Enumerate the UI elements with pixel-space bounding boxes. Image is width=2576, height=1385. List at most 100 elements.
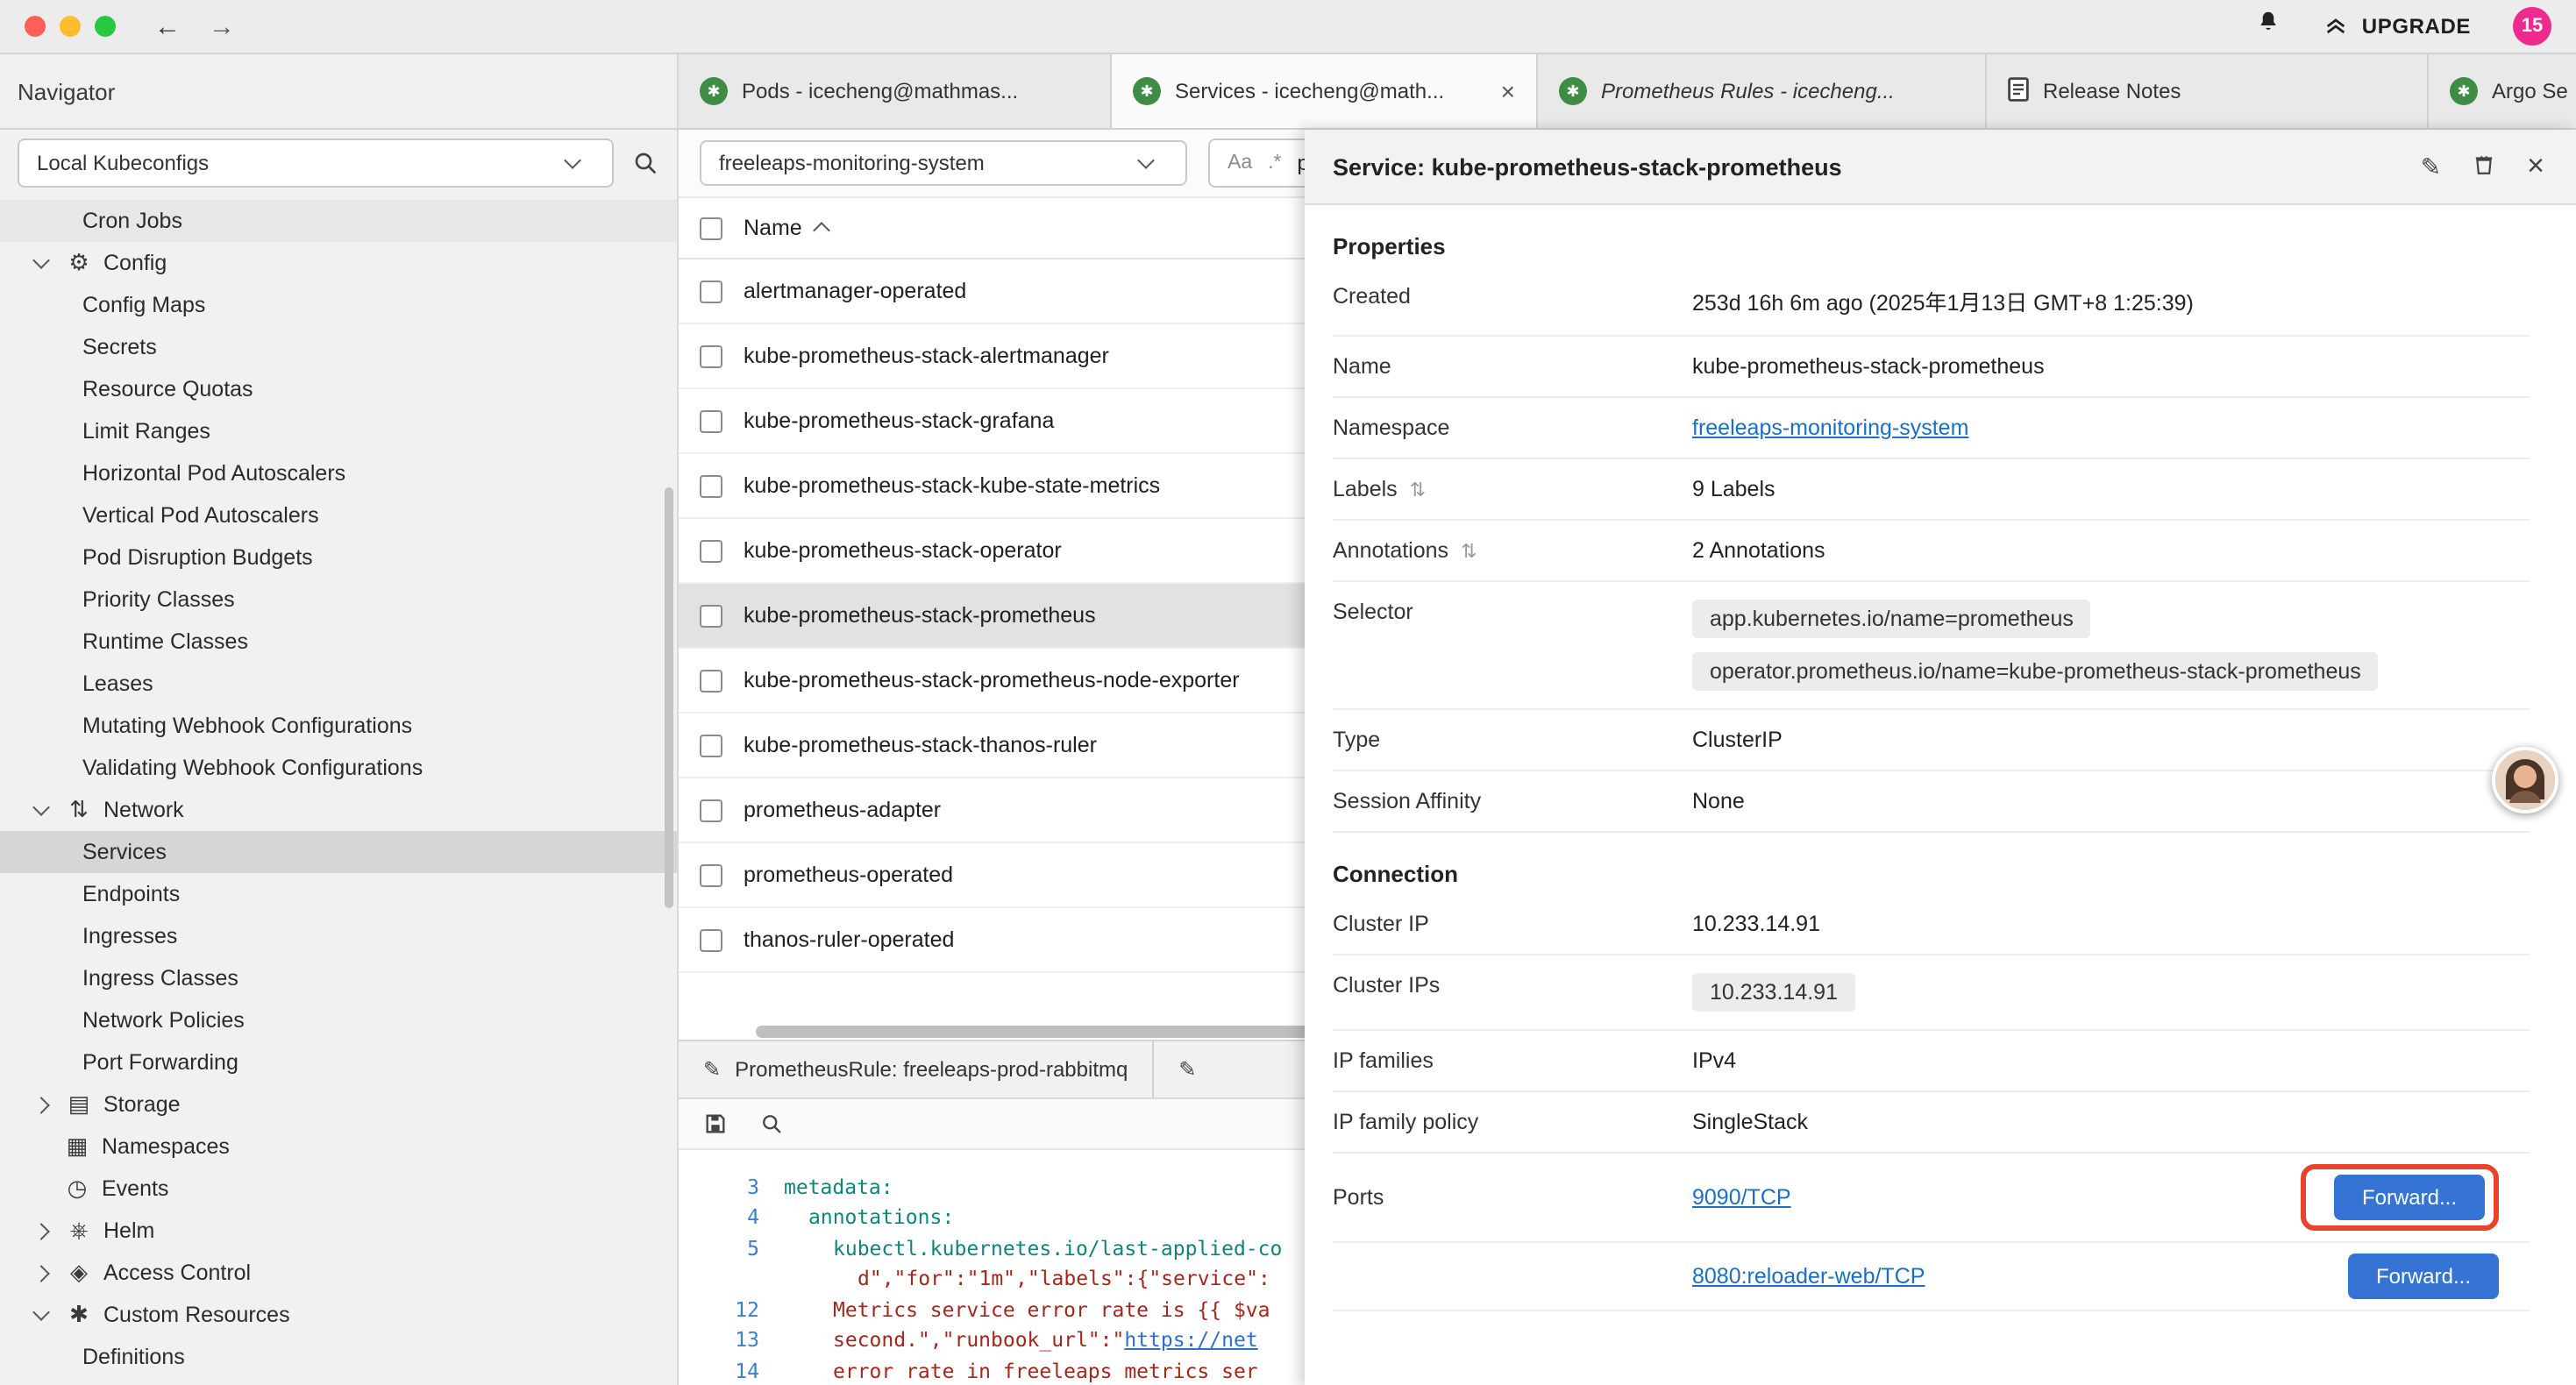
row-checkbox[interactable] bbox=[700, 474, 722, 497]
chevron-down-icon[interactable] bbox=[32, 252, 50, 269]
sidebar-item-label: Config Maps bbox=[82, 293, 205, 317]
port-link[interactable]: 8080:reloader-web/TCP bbox=[1692, 1264, 1925, 1289]
dock-tab-title: PrometheusRule: freeleaps-prod-rabbitmq bbox=[735, 1057, 1128, 1082]
forward-button[interactable]: → bbox=[209, 13, 235, 39]
row-checkbox[interactable] bbox=[700, 928, 722, 951]
upgrade-button[interactable]: UPGRADE bbox=[2323, 14, 2471, 39]
expand-toggle-icon[interactable]: ⇅ bbox=[1410, 478, 1426, 501]
match-case-toggle[interactable]: Aa bbox=[1228, 153, 1252, 174]
sidebar-item-label: Network bbox=[103, 798, 184, 822]
drawer-header: Service: kube-prometheus-stack-prometheu… bbox=[1305, 130, 2576, 205]
back-button[interactable]: ← bbox=[154, 13, 181, 39]
detail-value: None bbox=[1692, 789, 2530, 813]
sidebar-item-helm[interactable]: ⎈Helm bbox=[0, 1210, 677, 1252]
sidebar-item-ingress-classes[interactable]: Ingress Classes bbox=[0, 957, 677, 999]
search-icon[interactable] bbox=[759, 1112, 784, 1136]
name-column-header[interactable]: Name bbox=[744, 216, 829, 240]
sidebar-item-vertical-pod-autoscalers[interactable]: Vertical Pod Autoscalers bbox=[0, 494, 677, 536]
sidebar-item-custom-resources[interactable]: ✱Custom Resources bbox=[0, 1294, 677, 1336]
sidebar-item-priority-classes[interactable]: Priority Classes bbox=[0, 579, 677, 621]
row-checkbox[interactable] bbox=[700, 539, 722, 562]
sidebar-item-storage[interactable]: ▤Storage bbox=[0, 1083, 677, 1126]
namespace-link[interactable]: freeleaps-monitoring-system bbox=[1692, 416, 1968, 440]
sidebar-item-definitions[interactable]: Definitions bbox=[0, 1336, 677, 1378]
row-checkbox[interactable] bbox=[700, 799, 722, 821]
mac-close-button[interactable] bbox=[25, 16, 46, 37]
tab-prometheus-rules-icecheng[interactable]: ✱Prometheus Rules - icecheng... bbox=[1538, 54, 1987, 128]
search-icon[interactable] bbox=[631, 149, 659, 177]
sidebar-item-config-maps[interactable]: Config Maps bbox=[0, 284, 677, 326]
row-checkbox[interactable] bbox=[700, 280, 722, 302]
regex-toggle[interactable]: .* bbox=[1268, 153, 1281, 174]
sidebar-item-label: Port Forwarding bbox=[82, 1050, 238, 1075]
avatar-image bbox=[2495, 750, 2555, 810]
kubernetes-icon: ✱ bbox=[1133, 77, 1161, 105]
port-link[interactable]: 9090/TCP bbox=[1692, 1185, 1791, 1210]
forward-button[interactable]: Forward... bbox=[2348, 1254, 2499, 1299]
detail-value: freeleaps-monitoring-system bbox=[1692, 416, 2530, 440]
sidebar-item-validating-webhook-configurations[interactable]: Validating Webhook Configurations bbox=[0, 747, 677, 789]
chevron-down-icon[interactable] bbox=[32, 1303, 50, 1321]
dock-tab-next[interactable]: ✎ bbox=[1154, 1041, 1327, 1097]
mac-minimize-button[interactable] bbox=[60, 16, 81, 37]
sidebar-scrollbar[interactable] bbox=[665, 487, 673, 908]
tab-services-icecheng-math[interactable]: ✱Services - icecheng@math...× bbox=[1112, 54, 1538, 128]
sidebar-item-secrets[interactable]: Secrets bbox=[0, 326, 677, 368]
chevron-right-icon[interactable] bbox=[32, 1222, 50, 1239]
line-number: 14 bbox=[679, 1359, 784, 1383]
row-checkbox[interactable] bbox=[700, 604, 722, 627]
chevron-right-icon[interactable] bbox=[32, 1264, 50, 1282]
sidebar-item-label: Access Control bbox=[103, 1261, 251, 1285]
sidebar-item-access-control[interactable]: ◈Access Control bbox=[0, 1252, 677, 1294]
sidebar-item-horizontal-pod-autoscalers[interactable]: Horizontal Pod Autoscalers bbox=[0, 452, 677, 494]
close-drawer-button[interactable]: × bbox=[2527, 149, 2544, 184]
forward-button[interactable]: Forward... bbox=[2334, 1175, 2485, 1220]
delete-resource-button[interactable] bbox=[2473, 152, 2495, 181]
user-avatar[interactable] bbox=[2492, 747, 2558, 813]
sidebar-item-services[interactable]: Services bbox=[0, 831, 677, 873]
tab-argo-se[interactable]: ✱Argo Se bbox=[2429, 54, 2576, 128]
code-text: error rate in freeleaps metrics ser bbox=[784, 1359, 1258, 1383]
sidebar-item-events[interactable]: ◷Events bbox=[0, 1168, 677, 1210]
notifications-bell-button[interactable] bbox=[2255, 9, 2281, 44]
row-checkbox[interactable] bbox=[700, 669, 722, 692]
detail-value: IPv4 bbox=[1692, 1048, 2530, 1073]
sidebar-item-mutating-webhook-configurations[interactable]: Mutating Webhook Configurations bbox=[0, 705, 677, 747]
expand-toggle-icon[interactable]: ⇅ bbox=[1461, 539, 1477, 562]
back-icon: ← bbox=[154, 11, 181, 41]
edit-resource-button[interactable]: ✎ bbox=[2421, 152, 2441, 181]
sidebar-item-endpoints[interactable]: Endpoints bbox=[0, 873, 677, 915]
sidebar-item-limit-ranges[interactable]: Limit Ranges bbox=[0, 410, 677, 452]
tab-release-notes[interactable]: Release Notes bbox=[1987, 54, 2429, 128]
select-all-checkbox[interactable] bbox=[700, 217, 722, 239]
notification-count-badge[interactable]: 15 bbox=[2513, 7, 2551, 46]
sidebar-item-network-policies[interactable]: Network Policies bbox=[0, 999, 677, 1041]
chevron-down-icon[interactable] bbox=[32, 799, 50, 816]
detail-value: kube-prometheus-stack-prometheus bbox=[1692, 354, 2530, 379]
sidebar-item-leases[interactable]: Leases bbox=[0, 663, 677, 705]
sidebar-item-namespaces[interactable]: ▦Namespaces bbox=[0, 1126, 677, 1168]
sidebar-item-pod-disruption-budgets[interactable]: Pod Disruption Budgets bbox=[0, 536, 677, 579]
sidebar-item-runtime-classes[interactable]: Runtime Classes bbox=[0, 621, 677, 663]
sidebar-item-port-forwarding[interactable]: Port Forwarding bbox=[0, 1041, 677, 1083]
sidebar-item-cron-jobs[interactable]: Cron Jobs bbox=[0, 200, 677, 242]
save-icon[interactable] bbox=[703, 1112, 728, 1136]
row-checkbox[interactable] bbox=[700, 409, 722, 432]
detail-row-ip-family-policy: IP family policySingleStack bbox=[1333, 1092, 2530, 1154]
code-text: kubectl.kubernetes.io/last-applied-co bbox=[784, 1236, 1282, 1261]
chevron-right-icon[interactable] bbox=[32, 1096, 50, 1113]
row-checkbox[interactable] bbox=[700, 344, 722, 367]
dock-tab-prometheusrule[interactable]: ✎ PrometheusRule: freeleaps-prod-rabbitm… bbox=[679, 1041, 1154, 1097]
row-checkbox[interactable] bbox=[700, 863, 722, 886]
sidebar-item-ingresses[interactable]: Ingresses bbox=[0, 915, 677, 957]
sidebar-item-resource-quotas[interactable]: Resource Quotas bbox=[0, 368, 677, 410]
namespace-filter-select[interactable]: freeleaps-monitoring-system bbox=[700, 140, 1187, 186]
annotation-highlight: Forward... bbox=[2301, 1164, 2499, 1231]
sidebar-item-config[interactable]: ⚙Config bbox=[0, 242, 677, 284]
sidebar-item-network[interactable]: ⇅Network bbox=[0, 789, 677, 831]
mac-zoom-button[interactable] bbox=[95, 16, 116, 37]
tab-pods-icecheng-mathmas[interactable]: ✱Pods - icecheng@mathmas... bbox=[679, 54, 1112, 128]
row-checkbox[interactable] bbox=[700, 734, 722, 756]
kubeconfig-selector[interactable]: Local Kubeconfigs bbox=[18, 138, 614, 188]
close-tab-icon[interactable]: × bbox=[1501, 77, 1515, 105]
